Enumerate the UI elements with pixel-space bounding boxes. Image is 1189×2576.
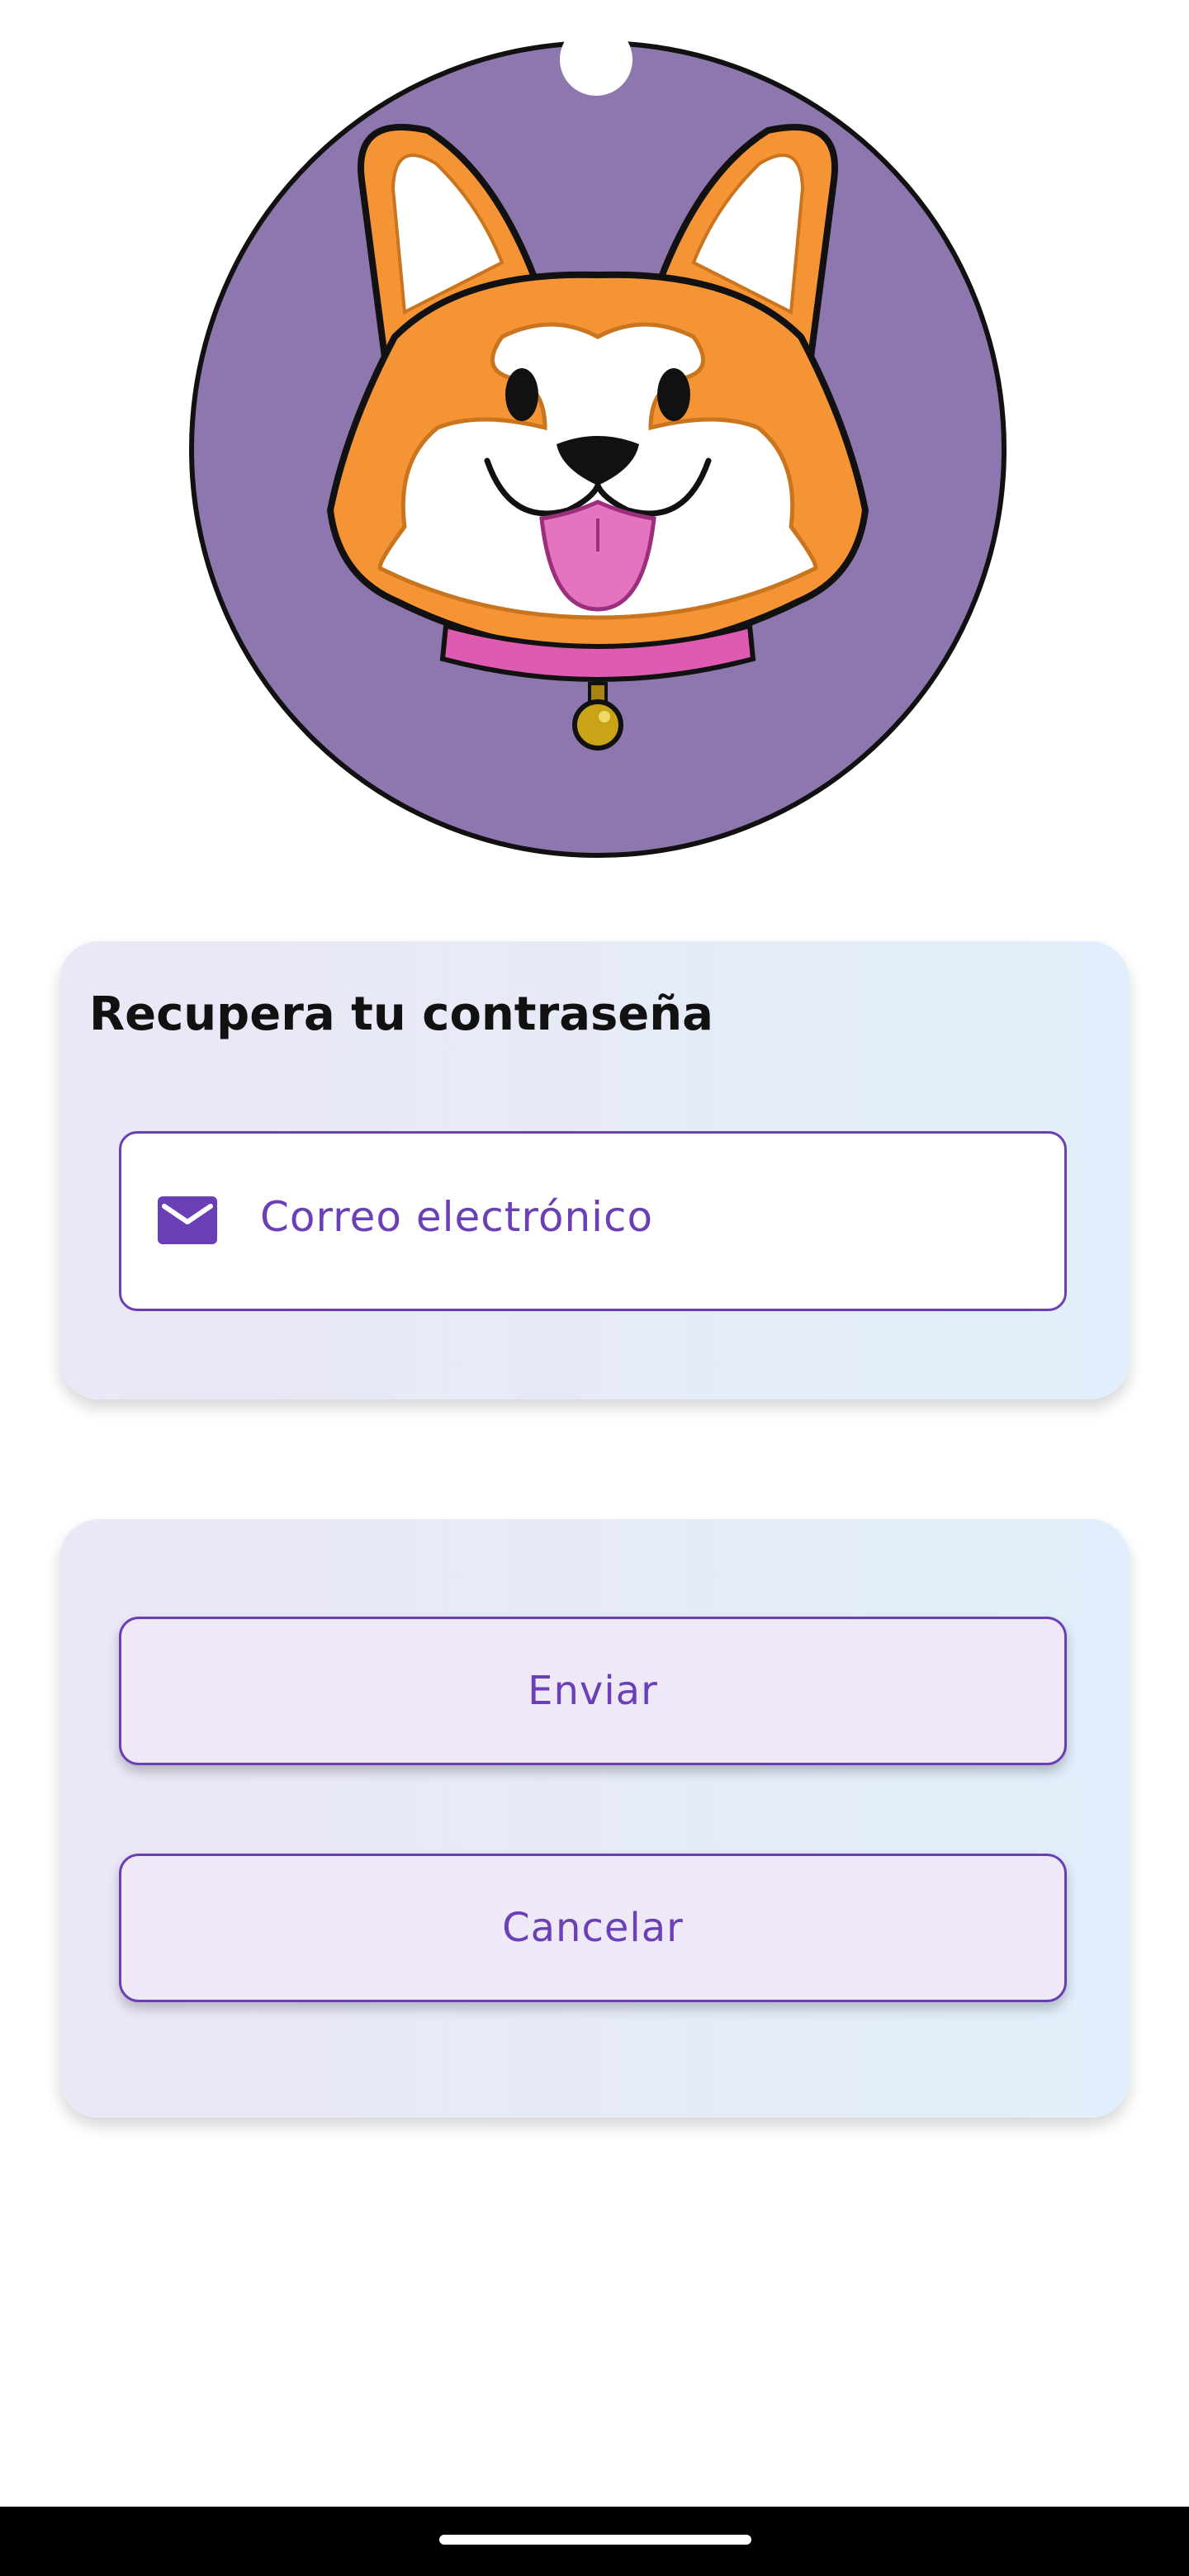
email-placeholder: Correo electrónico xyxy=(260,1193,654,1241)
cancel-button[interactable]: Cancelar xyxy=(119,1854,1067,2002)
app-logo xyxy=(188,40,1007,859)
actions-card: Enviar Cancelar xyxy=(59,1519,1130,2118)
navigation-bar xyxy=(0,2507,1189,2576)
home-indicator[interactable] xyxy=(439,2535,751,2545)
send-button[interactable]: Enviar xyxy=(119,1617,1067,1765)
mail-icon xyxy=(158,1196,217,1244)
recover-password-card: Recupera tu contraseña Correo electrónic… xyxy=(59,941,1130,1399)
camera-cutout xyxy=(560,23,632,96)
page-title: Recupera tu contraseña xyxy=(89,987,713,1041)
corgi-logo-icon xyxy=(189,40,1007,858)
email-field[interactable]: Correo electrónico xyxy=(119,1131,1067,1311)
